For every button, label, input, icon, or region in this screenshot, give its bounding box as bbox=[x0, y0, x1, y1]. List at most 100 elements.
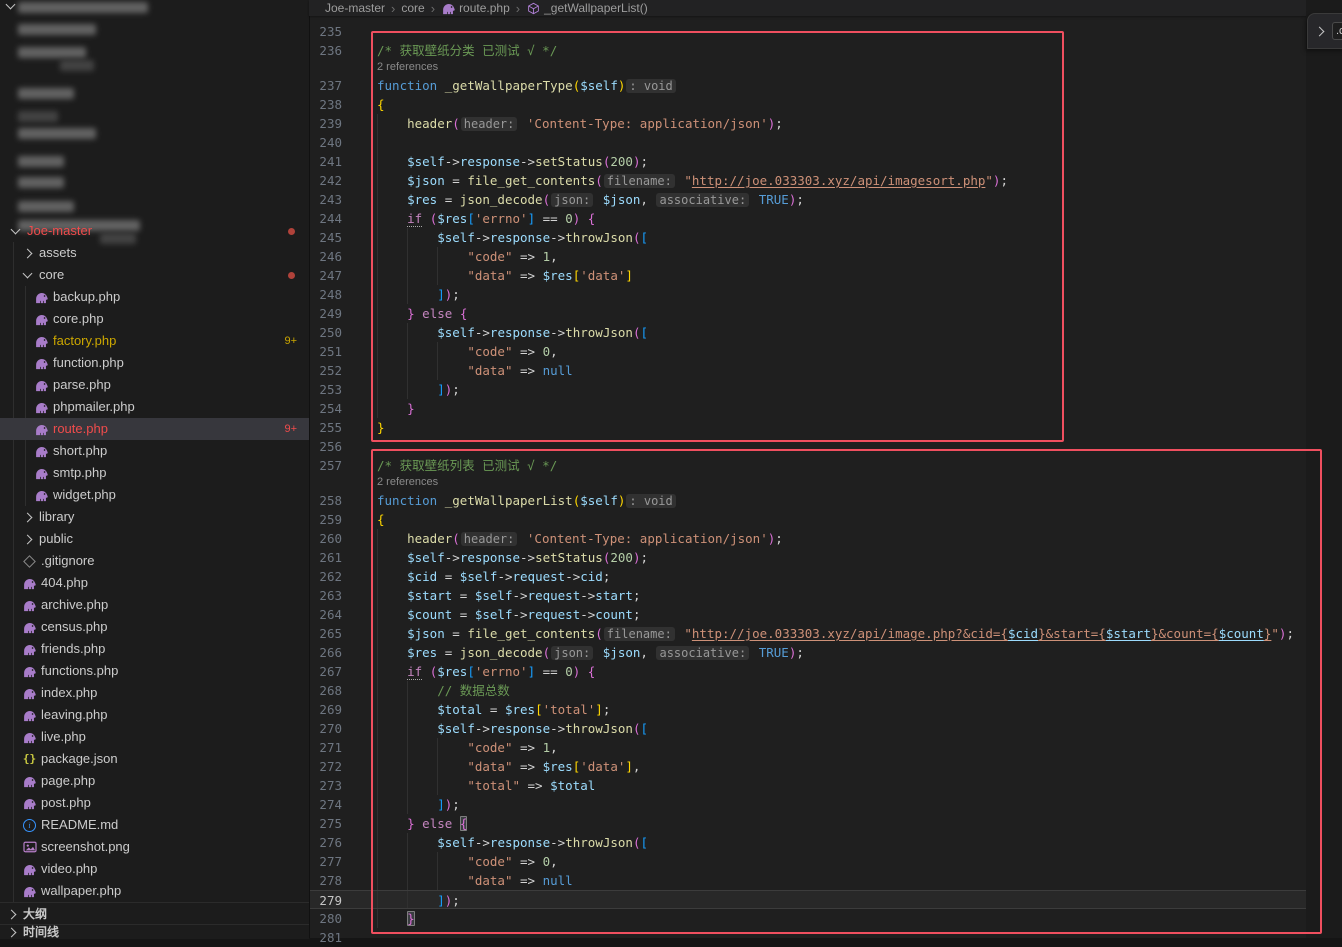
code-line-260[interactable]: 260 header(header: 'Content-Type: applic… bbox=[309, 529, 1306, 548]
tree-item-parse.php[interactable]: parse.php bbox=[0, 374, 309, 396]
codelens-references[interactable]: 2 references bbox=[309, 475, 1306, 491]
code-line-237[interactable]: 237function _getWallpaperType($self): vo… bbox=[309, 76, 1306, 95]
code-line-279[interactable]: 279 ]); bbox=[309, 890, 1306, 909]
code-line-249[interactable]: 249 } else { bbox=[309, 304, 1306, 323]
redacted-item[interactable] bbox=[18, 24, 96, 35]
redacted-item[interactable] bbox=[18, 201, 74, 212]
code-line-235[interactable]: 235 bbox=[309, 22, 1306, 41]
tree-item-live.php[interactable]: live.php bbox=[0, 726, 309, 748]
tree-item-leaving.php[interactable]: leaving.php bbox=[0, 704, 309, 726]
redacted-item[interactable] bbox=[18, 47, 86, 58]
tree-item-404.php[interactable]: 404.php bbox=[0, 572, 309, 594]
code-line-255[interactable]: 255} bbox=[309, 418, 1306, 437]
tree-item-wallpaper.php[interactable]: wallpaper.php bbox=[0, 880, 309, 902]
code-line-236[interactable]: 236/* 获取壁纸分类 已测试 √ */ bbox=[309, 41, 1306, 60]
code-line-257[interactable]: 257/* 获取壁纸列表 已测试 √ */ bbox=[309, 456, 1306, 475]
line-number: 276 bbox=[309, 833, 342, 852]
code-line-269[interactable]: 269 $total = $res['total']; bbox=[309, 700, 1306, 719]
code-line-243[interactable]: 243 $res = json_decode(json: $json, asso… bbox=[309, 190, 1306, 209]
tree-item-route.php[interactable]: route.php9+ bbox=[0, 418, 309, 440]
code-line-268[interactable]: 268 // 数据总数 bbox=[309, 681, 1306, 700]
tree-item-widget.php[interactable]: widget.php bbox=[0, 484, 309, 506]
breadcrumb-item-Joe-master[interactable]: Joe-master bbox=[325, 1, 385, 15]
code-line-275[interactable]: 275 } else { bbox=[309, 814, 1306, 833]
tree-item-post.php[interactable]: post.php bbox=[0, 792, 309, 814]
code-line-276[interactable]: 276 $self->response->throwJson([ bbox=[309, 833, 1306, 852]
tree-item-friends.php[interactable]: friends.php bbox=[0, 638, 309, 660]
code-line-266[interactable]: 266 $res = json_decode(json: $json, asso… bbox=[309, 643, 1306, 662]
tree-item-census.php[interactable]: census.php bbox=[0, 616, 309, 638]
tree-item-backup.php[interactable]: backup.php bbox=[0, 286, 309, 308]
code-line-253[interactable]: 253 ]); bbox=[309, 380, 1306, 399]
chevron-right-icon[interactable] bbox=[1315, 26, 1325, 36]
code-line-280[interactable]: 280 } bbox=[309, 909, 1306, 928]
redacted-item[interactable] bbox=[60, 60, 94, 71]
code-line-250[interactable]: 250 $self->response->throwJson([ bbox=[309, 323, 1306, 342]
tree-item-video.php[interactable]: video.php bbox=[0, 858, 309, 880]
code-line-259[interactable]: 259{ bbox=[309, 510, 1306, 529]
tree-item-index.php[interactable]: index.php bbox=[0, 682, 309, 704]
tree-item-core.php[interactable]: core.php bbox=[0, 308, 309, 330]
redacted-item[interactable] bbox=[18, 128, 96, 139]
code-line-267[interactable]: 267 if ($res['errno'] == 0) { bbox=[309, 662, 1306, 681]
breadcrumb-item-core[interactable]: core bbox=[401, 1, 424, 15]
redacted-item[interactable] bbox=[18, 111, 58, 122]
tree-item-archive.php[interactable]: archive.php bbox=[0, 594, 309, 616]
tree-item-package.json[interactable]: {}package.json bbox=[0, 748, 309, 770]
code-line-241[interactable]: 241 $self->response->setStatus(200); bbox=[309, 152, 1306, 171]
code-line-265[interactable]: 265 $json = file_get_contents(filename: … bbox=[309, 624, 1306, 643]
code-line-263[interactable]: 263 $start = $self->request->start; bbox=[309, 586, 1306, 605]
code-line-244[interactable]: 244 if ($res['errno'] == 0) { bbox=[309, 209, 1306, 228]
tree-item-Joe-master[interactable]: Joe-master bbox=[0, 220, 309, 242]
php-file-icon bbox=[22, 774, 37, 788]
tree-item-screenshot.png[interactable]: screenshot.png bbox=[0, 836, 309, 858]
codelens-references[interactable]: 2 references bbox=[309, 60, 1306, 76]
code-line-274[interactable]: 274 ]); bbox=[309, 795, 1306, 814]
code-line-261[interactable]: 261 $self->response->setStatus(200); bbox=[309, 548, 1306, 567]
code-line-content: $self->response->setStatus(200); bbox=[377, 152, 1306, 171]
code-line-256[interactable]: 256 bbox=[309, 437, 1306, 456]
tree-item-factory.php[interactable]: factory.php9+ bbox=[0, 330, 309, 352]
code-line-247[interactable]: 247 "data" => $res['data'] bbox=[309, 266, 1306, 285]
code-line-254[interactable]: 254 } bbox=[309, 399, 1306, 418]
tree-item-phpmailer.php[interactable]: phpmailer.php bbox=[0, 396, 309, 418]
sidebar-panel-timeline[interactable]: 时间线 bbox=[0, 924, 309, 939]
code-line-262[interactable]: 262 $cid = $self->request->cid; bbox=[309, 567, 1306, 586]
tree-item-assets[interactable]: assets bbox=[0, 242, 309, 264]
code-line-272[interactable]: 272 "data" => $res['data'], bbox=[309, 757, 1306, 776]
code-line-273[interactable]: 273 "total" => $total bbox=[309, 776, 1306, 795]
chevron-down-icon[interactable] bbox=[6, 0, 16, 9]
code-line-245[interactable]: 245 $self->response->throwJson([ bbox=[309, 228, 1306, 247]
tree-item-short.php[interactable]: short.php bbox=[0, 440, 309, 462]
secondary-editor-tab[interactable]: .c bbox=[1332, 22, 1342, 40]
tree-item-public[interactable]: public bbox=[0, 528, 309, 550]
code-line-242[interactable]: 242 $json = file_get_contents(filename: … bbox=[309, 171, 1306, 190]
code-line-271[interactable]: 271 "code" => 1, bbox=[309, 738, 1306, 757]
code-line-277[interactable]: 277 "code" => 0, bbox=[309, 852, 1306, 871]
redacted-item[interactable] bbox=[18, 177, 64, 188]
redacted-item[interactable] bbox=[18, 88, 74, 99]
code-line-248[interactable]: 248 ]); bbox=[309, 285, 1306, 304]
tree-item-.gitignore[interactable]: .gitignore bbox=[0, 550, 309, 572]
code-line-278[interactable]: 278 "data" => null bbox=[309, 871, 1306, 890]
breadcrumb-item-_getWallpaperList[interactable]: _getWallpaperList() bbox=[526, 1, 648, 15]
code-line-258[interactable]: 258function _getWallpaperList($self): vo… bbox=[309, 491, 1306, 510]
tree-item-README.md[interactable]: iREADME.md bbox=[0, 814, 309, 836]
redacted-item[interactable] bbox=[18, 156, 64, 167]
code-line-238[interactable]: 238{ bbox=[309, 95, 1306, 114]
tree-item-library[interactable]: library bbox=[0, 506, 309, 528]
code-line-252[interactable]: 252 "data" => null bbox=[309, 361, 1306, 380]
code-line-240[interactable]: 240 bbox=[309, 133, 1306, 152]
code-line-264[interactable]: 264 $count = $self->request->count; bbox=[309, 605, 1306, 624]
breadcrumb-item-route.php[interactable]: route.php bbox=[441, 1, 510, 15]
code-line-246[interactable]: 246 "code" => 1, bbox=[309, 247, 1306, 266]
code-line-239[interactable]: 239 header(header: 'Content-Type: applic… bbox=[309, 114, 1306, 133]
tree-item-function.php[interactable]: function.php bbox=[0, 352, 309, 374]
tree-item-page.php[interactable]: page.php bbox=[0, 770, 309, 792]
tree-item-core[interactable]: core bbox=[0, 264, 309, 286]
code-line-251[interactable]: 251 "code" => 0, bbox=[309, 342, 1306, 361]
tree-item-smtp.php[interactable]: smtp.php bbox=[0, 462, 309, 484]
code-line-270[interactable]: 270 $self->response->throwJson([ bbox=[309, 719, 1306, 738]
tree-item-label: leaving.php bbox=[41, 704, 108, 726]
tree-item-functions.php[interactable]: functions.php bbox=[0, 660, 309, 682]
